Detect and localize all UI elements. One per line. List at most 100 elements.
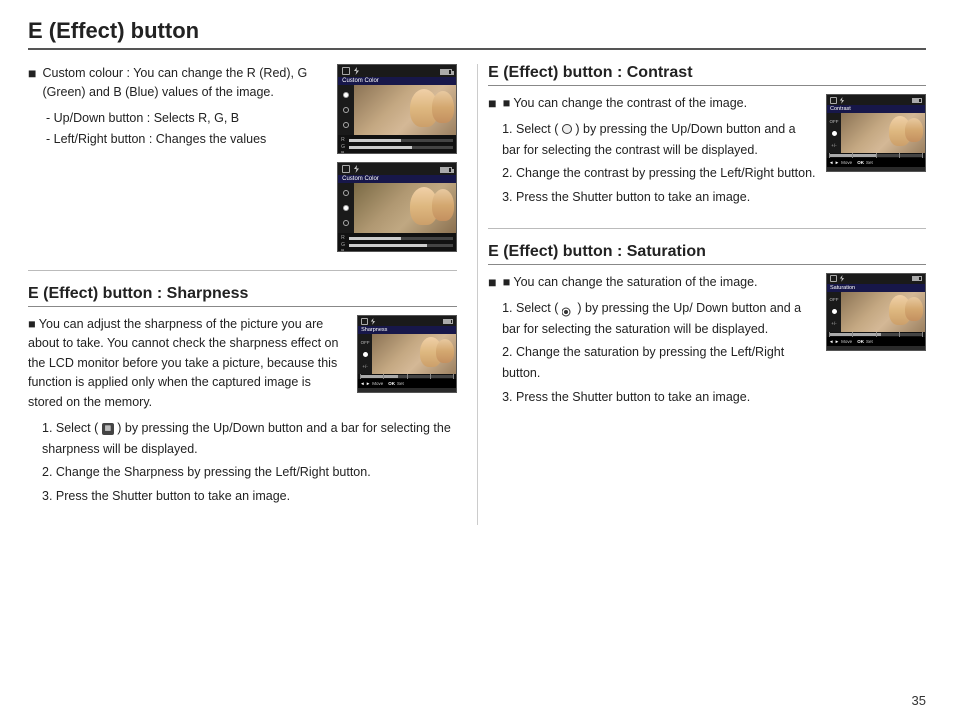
tick1	[360, 374, 361, 379]
cam-contrast-move: Move	[841, 160, 852, 165]
cam-screen-saturation: Saturation OFF +/-	[826, 273, 926, 351]
cam-face-2b	[432, 189, 454, 221]
custom-colour-bullet: ■ Custom colour : You can change the R (…	[28, 64, 317, 102]
cam-contrast-battery	[912, 98, 922, 103]
cam-contrast-ticks	[829, 154, 923, 157]
cam-menu-label-1: Custom Color	[338, 77, 456, 85]
cam-sat-mid-dot	[832, 309, 837, 314]
cam-screen-2: Custom Color	[337, 162, 457, 252]
cam-contrast-face2	[905, 118, 923, 142]
cam-contrast-mid-dot	[832, 131, 837, 136]
sharpness-content: ■ You can adjust the sharpness of the pi…	[28, 315, 457, 418]
cam-sharp-arrows: ◄ ►	[360, 381, 370, 386]
cam-contrast-icons	[830, 97, 845, 104]
cam-photo-2	[354, 183, 456, 233]
c-tick1	[829, 153, 830, 158]
cam-contrast-set: Set	[866, 160, 873, 165]
sharpness-step-3: 3. Press the Shutter button to take an i…	[38, 486, 457, 507]
cam-screen-contrast: Contrast OFF +/-	[826, 94, 926, 172]
cam-sat-ticks	[829, 333, 923, 336]
cam-b-fill-2	[349, 251, 391, 253]
cam-g-fill	[349, 146, 411, 149]
cam-b-fill	[349, 153, 391, 155]
cam-sharp-bottom: ◄ ► Move OK Set	[358, 379, 456, 388]
cam-sharp-photo	[372, 334, 456, 374]
cam-top-bar-2	[338, 163, 456, 175]
c-tick4	[899, 153, 900, 158]
cam-flash-icon	[352, 67, 360, 75]
sharpness-icon: ▦	[102, 423, 114, 435]
cam-battery-icon	[440, 69, 452, 75]
s-tick4	[899, 332, 900, 337]
cam-contrast-label: Contrast	[827, 105, 925, 113]
cam-sharp-left-menu: OFF +/-	[358, 334, 372, 374]
cam-icons-left-2	[342, 165, 360, 173]
saturation-text: ■ ■ You can change the saturation of the…	[488, 273, 816, 410]
s-tick2	[852, 332, 853, 337]
cam-sharp-on: +/-	[362, 364, 367, 369]
section-divider-right	[488, 228, 926, 229]
tick3	[407, 374, 408, 379]
cam-contrast-mode	[830, 97, 837, 104]
cam-menu-label-2: Custom Color	[338, 175, 456, 183]
custom-colour-text: ■ Custom colour : You can change the R (…	[28, 64, 317, 158]
left-column: ■ Custom colour : You can change the R (…	[28, 64, 477, 525]
cam-r-label-2: R	[341, 235, 347, 241]
main-content: ■ Custom colour : You can change the R (…	[28, 64, 926, 525]
cam-sharp-battery	[443, 319, 453, 324]
sharpness-intro: ■ You can adjust the sharpness of the pi…	[28, 315, 347, 412]
cam-sat-left-menu: OFF +/-	[827, 292, 841, 332]
sharpness-section: E (Effect) button : Sharpness ■ You can …	[28, 285, 457, 507]
cam-r-track	[349, 139, 453, 142]
cam-r-label: R	[341, 137, 347, 143]
cam-slider-g2: G	[341, 242, 453, 248]
cam-sat-label: Saturation	[827, 284, 925, 292]
cam-b-track	[349, 153, 453, 155]
cam-sat-mode	[830, 275, 837, 282]
bullet-symbol: ■	[28, 65, 36, 81]
sharpness-heading: E (Effect) button : Sharpness	[28, 285, 457, 307]
cam-g-fill-2	[349, 244, 427, 247]
cam-dot-g2	[343, 205, 349, 211]
cam-flash-icon-2	[352, 165, 360, 173]
cam-g-label-2: G	[341, 242, 347, 248]
cam-sat-set: Set	[866, 339, 873, 344]
cam-contrast-arrows: ◄ ►	[829, 160, 839, 165]
cam-screen-1: Custom Color	[337, 64, 457, 154]
cam-sat-track	[829, 333, 923, 336]
cam-sharp-icons	[361, 318, 376, 325]
cam-battery-tip	[452, 71, 454, 75]
cam-sat-move: Move	[841, 339, 852, 344]
contrast-content: ■ ■ You can change the contrast of the i…	[488, 94, 926, 210]
cam-battery-icon-2	[440, 167, 452, 173]
cam-sharp-mid-dot	[363, 352, 368, 357]
cam-sliders-1: R G B	[338, 135, 456, 154]
contrast-step-3: 3. Press the Shutter button to take an i…	[498, 187, 816, 208]
cam-sliders-2: R G B	[338, 233, 456, 252]
cam-sharp-off: OFF	[361, 340, 370, 345]
cam-left-menu-1	[338, 85, 354, 135]
cam-contrast-bottom: ◄ ► Move OK Set	[827, 158, 925, 167]
dash-list: - Up/Down button : Selects R, G, B - Lef…	[46, 108, 317, 151]
tick5	[453, 374, 454, 379]
custom-colour-screens: Custom Color	[337, 64, 457, 252]
cam-sharp-face2	[436, 339, 454, 363]
cam-slider-b2: B	[341, 249, 453, 252]
cam-sat-bottom: ◄ ► Move OK Set	[827, 337, 925, 346]
tick4	[430, 374, 431, 379]
cam-b-label: B	[341, 151, 347, 154]
cam-left-menu-2	[338, 183, 354, 233]
cam-dot-r2	[343, 190, 349, 196]
cam-b-track-2	[349, 251, 453, 253]
cam-icons-right-2	[440, 166, 452, 173]
cam-sharp-move: Move	[372, 381, 383, 386]
contrast-bullet-sym: ■	[488, 95, 496, 111]
cam-contrast-slider	[829, 154, 923, 157]
saturation-intro: ■ You can change the saturation of the i…	[503, 273, 758, 292]
contrast-text: ■ ■ You can change the contrast of the i…	[488, 94, 816, 210]
cam-contrast-flash-icon	[839, 97, 845, 104]
cam-contrast-battery-fill	[913, 99, 919, 102]
cam-sat-body: OFF +/-	[827, 292, 925, 332]
cam-sat-off: OFF	[830, 297, 839, 302]
cam-g-track	[349, 146, 453, 149]
